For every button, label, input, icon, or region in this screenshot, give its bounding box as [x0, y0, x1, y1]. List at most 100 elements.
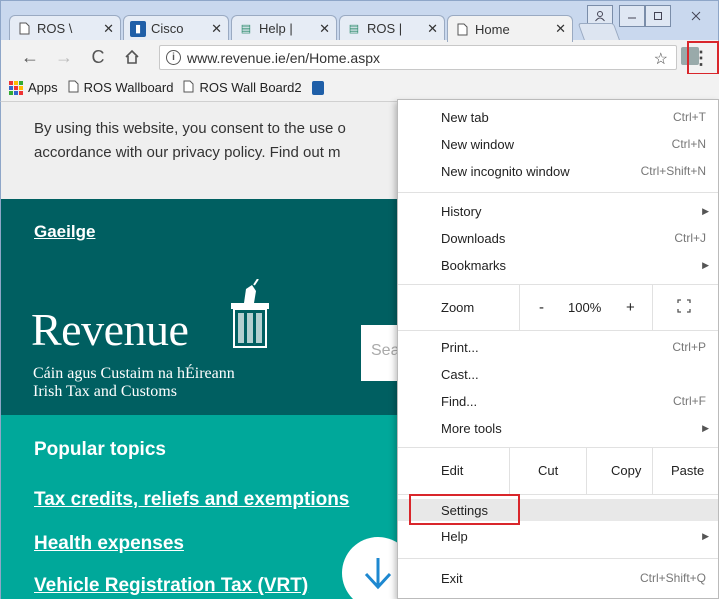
info-icon[interactable]: i: [166, 50, 181, 65]
menu-zoom-row: Zoom - 100% +: [398, 284, 718, 330]
chrome-main-menu: New tab Ctrl+T New window Ctrl+N New inc…: [397, 99, 719, 599]
page-icon: [454, 21, 470, 37]
new-tab-button[interactable]: [577, 23, 621, 41]
menu-shortcut: Ctrl+T: [673, 110, 706, 124]
menu-label: Exit: [441, 570, 463, 586]
menu-label: Edit: [441, 463, 464, 478]
zoom-in-button[interactable]: +: [626, 299, 635, 316]
menu-item-new-tab[interactable]: New tab Ctrl+T: [398, 106, 718, 128]
menu-label: Downloads: [441, 230, 506, 246]
bookmarks-bar: Apps ROS Wallboard ROS Wall Board2: [0, 74, 719, 102]
copy-button[interactable]: Copy: [611, 463, 641, 478]
paste-button[interactable]: Paste: [671, 463, 704, 478]
menu-label: New window: [441, 136, 514, 152]
bookmark-ros-wall-board2[interactable]: ROS Wall Board2: [183, 80, 302, 96]
tab-title: ROS \: [37, 21, 73, 36]
submenu-arrow-icon: ▶: [702, 259, 709, 270]
menu-shortcut: Ctrl+N: [671, 137, 706, 151]
tab-ros[interactable]: ▤ ROS | ✕: [339, 15, 445, 41]
menu-label: History: [441, 203, 482, 219]
menu-label: Print...: [441, 339, 479, 355]
menu-item-settings[interactable]: Settings: [398, 499, 718, 521]
close-tab-icon[interactable]: ✕: [211, 21, 222, 37]
bookmark-ros-wallboard[interactable]: ROS Wallboard: [68, 80, 173, 96]
bookmark-star-icon[interactable]: ☆: [654, 49, 668, 69]
tab-ros-wallboard[interactable]: ROS \ ✕: [9, 15, 121, 41]
address-bar[interactable]: i www.revenue.ie/en/Home.aspx ☆: [159, 45, 677, 70]
revenue-crest-icon: [231, 279, 269, 348]
bookmark-label: Apps: [28, 80, 58, 95]
tab-title: Cisco: [151, 21, 184, 36]
arrow-down-icon: [364, 558, 392, 590]
menu-label: More tools: [441, 420, 502, 436]
menu-shortcut: Ctrl+Shift+Q: [639, 571, 706, 585]
menu-label: Help: [441, 528, 468, 544]
close-tab-icon[interactable]: ✕: [103, 21, 114, 37]
zoom-level: 100%: [568, 299, 602, 315]
zoom-out-button[interactable]: -: [539, 299, 544, 316]
fullscreen-icon[interactable]: [677, 298, 691, 316]
menu-item-downloads[interactable]: Downloads Ctrl+J: [398, 227, 718, 249]
submenu-arrow-icon: ▶: [702, 205, 709, 216]
menu-item-new-window[interactable]: New window Ctrl+N: [398, 133, 718, 155]
menu-item-exit[interactable]: Exit Ctrl+Shift+Q: [398, 567, 718, 589]
forward-arrow-icon[interactable]: →: [53, 46, 75, 68]
close-tab-icon[interactable]: ✕: [427, 21, 438, 37]
minimize-icon[interactable]: [619, 5, 645, 27]
menu-divider: [586, 448, 587, 494]
menu-divider: [652, 284, 653, 330]
menu-shortcut: Ctrl+Shift+N: [640, 164, 706, 178]
tab-help[interactable]: ▤ Help | ✕: [231, 15, 337, 41]
menu-item-help[interactable]: Help ▶: [398, 525, 718, 547]
menu-label: Settings: [441, 502, 488, 518]
bookmark-apps[interactable]: Apps: [9, 80, 58, 95]
language-link[interactable]: Gaeilge: [34, 222, 95, 242]
close-window-icon[interactable]: [677, 5, 715, 27]
close-tab-icon[interactable]: ✕: [555, 21, 566, 37]
menu-label: Cast...: [441, 366, 479, 382]
maximize-icon[interactable]: [645, 5, 671, 27]
page-icon: [183, 80, 194, 96]
tab-home[interactable]: Home ✕: [447, 15, 573, 42]
revenue-logo-text: Revenue: [31, 304, 189, 355]
logo-subtitle-english: Irish Tax and Customs: [33, 383, 177, 400]
submenu-arrow-icon: ▶: [702, 422, 709, 433]
menu-label: New incognito window: [441, 163, 570, 179]
apps-icon: [9, 80, 23, 95]
menu-item-history[interactable]: History ▶: [398, 200, 718, 222]
menu-label: Zoom: [441, 299, 475, 315]
tab-title: ROS |: [367, 21, 403, 36]
topic-link[interactable]: Tax credits, reliefs and exemptions: [34, 489, 349, 511]
back-arrow-icon[interactable]: ←: [19, 46, 41, 68]
menu-edit-row: Edit Cut Copy Paste: [398, 448, 718, 494]
menu-item-more-tools[interactable]: More tools ▶: [398, 417, 718, 439]
logo-subtitle-irish: Cáin agus Custaim na hÉireann: [33, 365, 235, 382]
cisco-icon: [311, 80, 324, 95]
chrome-menu-icon[interactable]: ⋮: [686, 43, 716, 73]
bookmark-cisco[interactable]: [311, 80, 324, 95]
home-icon[interactable]: [121, 46, 143, 68]
menu-label: Find...: [441, 393, 478, 409]
menu-divider: [398, 494, 718, 495]
tab-cisco[interactable]: ▮ Cisco ✕: [123, 15, 229, 41]
topic-link[interactable]: Vehicle Registration Tax (VRT): [34, 575, 308, 597]
bookmark-label: ROS Wall Board2: [199, 80, 302, 95]
topic-link[interactable]: Health expenses: [34, 533, 184, 555]
submenu-arrow-icon: ▶: [702, 530, 709, 541]
menu-item-bookmarks[interactable]: Bookmarks ▶: [398, 254, 718, 276]
tab-title: Help |: [259, 21, 293, 36]
reload-icon[interactable]: C: [87, 46, 109, 68]
menu-shortcut: Ctrl+F: [673, 394, 706, 408]
menu-item-find[interactable]: Find... Ctrl+F: [398, 390, 718, 412]
close-tab-icon[interactable]: ✕: [319, 21, 330, 37]
cut-button[interactable]: Cut: [538, 463, 558, 478]
menu-item-cast[interactable]: Cast...: [398, 363, 718, 385]
menu-item-print[interactable]: Print... Ctrl+P: [398, 336, 718, 358]
page-icon: [16, 21, 32, 37]
browser-title-bar: ROS \ ✕ ▮ Cisco ✕ ▤ Help | ✕ ▤ ROS | ✕ H…: [0, 0, 719, 42]
menu-label: New tab: [441, 109, 489, 125]
ros-icon: ▤: [348, 23, 360, 35]
menu-shortcut: Ctrl+J: [674, 231, 706, 245]
menu-item-new-incognito-window[interactable]: New incognito window Ctrl+Shift+N: [398, 160, 718, 182]
menu-divider: [398, 192, 718, 193]
